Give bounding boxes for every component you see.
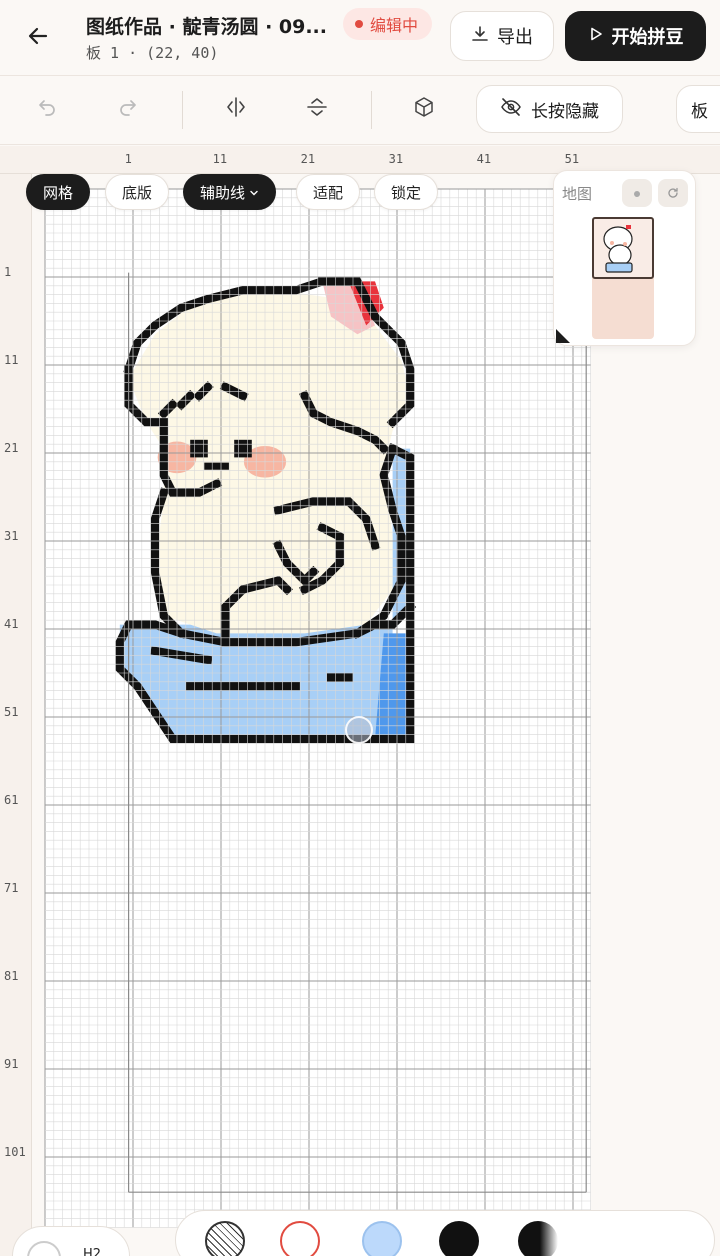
chip-lock[interactable]: 锁定 [374, 174, 439, 210]
swatch-gradient[interactable] [518, 1221, 558, 1256]
chip-base-plate[interactable]: 底版 [105, 174, 170, 210]
chip-grid-label: 网格 [43, 183, 74, 202]
bead-canvas[interactable]: 1 11 21 31 41 51 1 11 21 31 41 51 61 71 81 91 101 网格 底版 … [0, 146, 720, 1256]
eye-off-icon [500, 97, 522, 122]
download-icon [471, 25, 489, 48]
board-label: 板 [691, 101, 708, 122]
ruler-left-label: 21 [4, 440, 19, 455]
flip-horizontal-button[interactable] [216, 89, 256, 129]
start-beading-button[interactable]: 开始拼豆 [565, 11, 706, 61]
current-color-swatch [27, 1241, 61, 1256]
ruler-left-label: 11 [4, 352, 19, 367]
board-coordinates: 板 1 · (22, 40) [86, 44, 219, 62]
ruler-top-label: 51 [564, 152, 580, 166]
chip-lock-label: 锁定 [391, 183, 422, 202]
undo-button[interactable] [27, 89, 67, 129]
ruler-top-label: 31 [388, 152, 404, 166]
current-color-label: H2 [83, 1247, 102, 1256]
swatch-black[interactable] [439, 1221, 479, 1256]
toolbar-divider [182, 91, 183, 129]
arrow-left-icon [26, 24, 50, 52]
status-dot-icon [355, 20, 363, 28]
board-selector-button[interactable]: 板 [676, 85, 720, 133]
ruler-left-label: 71 [4, 880, 19, 895]
play-icon [588, 26, 604, 47]
ruler-top-label: 21 [300, 152, 316, 166]
swatch-light-blue[interactable] [362, 1221, 402, 1256]
swatch-eraser[interactable] [205, 1221, 245, 1256]
ruler-left-label: 51 [4, 704, 19, 719]
ruler-top-label: 11 [212, 152, 228, 166]
ruler-left-label: 1 [4, 264, 12, 279]
chip-fit-label: 适配 [313, 183, 344, 202]
hide-label: 长按隐藏 [531, 101, 599, 122]
ruler-left-label: 41 [4, 616, 19, 631]
minimap-panel: 地图 [553, 170, 696, 346]
redo-button[interactable] [108, 89, 148, 129]
flip-vertical-icon [306, 96, 328, 122]
chevron-down-icon [249, 183, 259, 201]
export-label: 导出 [497, 27, 533, 48]
start-label: 开始拼豆 [611, 27, 684, 48]
chip-guides[interactable]: 辅助线 [183, 174, 277, 210]
swatch-bar [175, 1210, 715, 1256]
undo-icon [36, 96, 58, 122]
redo-icon [117, 96, 139, 122]
3d-view-button[interactable] [404, 89, 444, 129]
ruler-left-label: 81 [4, 968, 19, 983]
chip-fit[interactable]: 适配 [296, 174, 361, 210]
refresh-icon [667, 184, 679, 203]
minimap-zoom-button[interactable] [622, 179, 652, 207]
color-palette: H2 [0, 1196, 720, 1256]
chip-base-plate-label: 底版 [122, 183, 153, 202]
ruler-left-label: 91 [4, 1056, 19, 1071]
ruler-left-label: 101 [4, 1144, 26, 1159]
dot-icon [632, 184, 642, 203]
minimap-title: 地图 [562, 185, 593, 203]
flip-horizontal-icon [225, 96, 247, 122]
edit-toolbar: 长按隐藏 板 [0, 77, 720, 145]
chip-guides-label: 辅助线 [200, 183, 246, 202]
minimap-viewport[interactable] [592, 217, 654, 279]
page-title: 图纸作品 · 靛青汤圆 · 09... [86, 16, 327, 38]
chip-grid[interactable]: 网格 [26, 174, 91, 210]
minimap-refresh-button[interactable] [658, 179, 688, 207]
status-label: 编辑中 [370, 16, 419, 35]
flip-vertical-button[interactable] [297, 89, 337, 129]
long-press-hide-button[interactable]: 长按隐藏 [476, 85, 623, 133]
status-badge: 编辑中 [343, 8, 433, 40]
current-color-chip[interactable]: H2 [12, 1226, 130, 1256]
ruler-top-label: 1 [124, 152, 132, 166]
ruler-left-label: 61 [4, 792, 19, 807]
cube-icon [413, 96, 435, 122]
export-button[interactable]: 导出 [450, 11, 554, 61]
swatch-white-selected[interactable] [280, 1221, 320, 1256]
app-header: 图纸作品 · 靛青汤圆 · 09... 板 1 · (22, 40) 编辑中 导… [0, 0, 720, 76]
toolbar-divider [371, 91, 372, 129]
minimap-thumbnail-icon [603, 225, 633, 273]
minimap-resize-handle-icon[interactable] [556, 329, 570, 343]
drag-cursor[interactable] [345, 716, 373, 744]
back-button[interactable] [20, 20, 56, 56]
ruler-top-label: 41 [476, 152, 492, 166]
ruler-left-label: 31 [4, 528, 19, 543]
